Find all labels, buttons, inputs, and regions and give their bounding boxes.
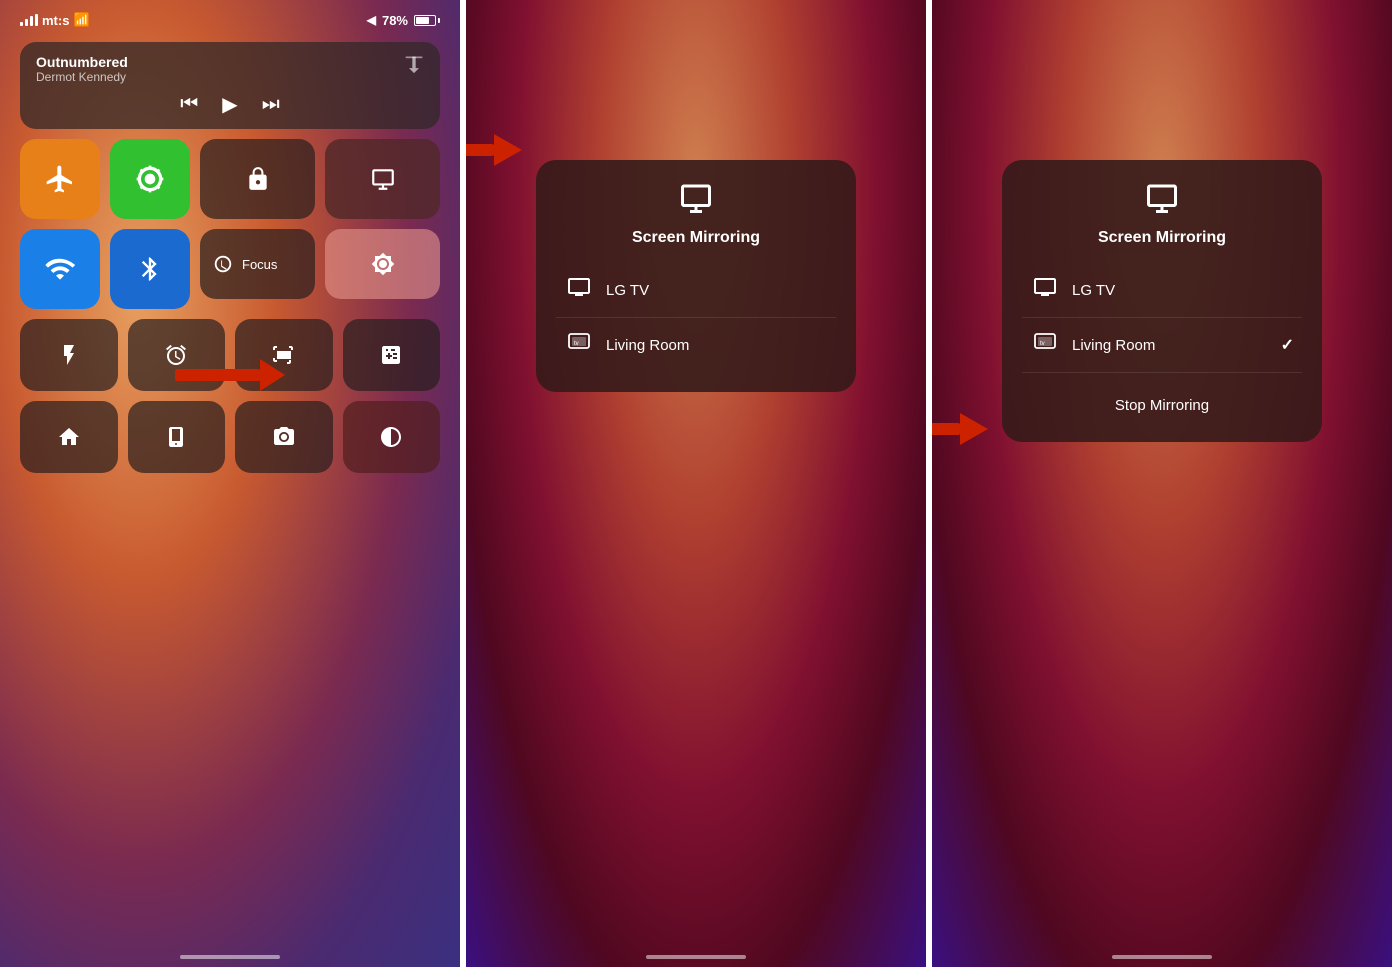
device-item-living-room-3[interactable]: tv Living Room ✓ xyxy=(1022,318,1302,373)
stop-mirroring-button[interactable]: Stop Mirroring xyxy=(1022,389,1302,422)
airplay-icon[interactable] xyxy=(404,54,424,79)
fast-forward-button[interactable]: ⏭ xyxy=(262,93,280,116)
device-list: LG TV tv Living Room xyxy=(556,263,836,372)
media-artist: Dermot Kennedy xyxy=(36,70,404,84)
orientation-lock-button[interactable] xyxy=(200,139,315,219)
arrow-to-stop xyxy=(932,411,992,452)
lg-tv-name-3: LG TV xyxy=(1072,282,1115,299)
wifi-toggle[interactable] xyxy=(20,229,100,309)
device-item-lg-tv[interactable]: LG TV xyxy=(556,263,836,318)
home-indicator-2 xyxy=(646,955,746,959)
living-room-name: Living Room xyxy=(606,337,689,354)
svg-text:tv: tv xyxy=(574,341,579,347)
mirror-popup-icon xyxy=(678,180,714,221)
lg-tv-name: LG TV xyxy=(606,282,649,299)
battery-icon xyxy=(414,15,440,26)
media-widget: Outnumbered Dermot Kennedy ⏮ ▶ ⏭ xyxy=(20,42,440,129)
home-indicator-3 xyxy=(1112,955,1212,959)
remote-button[interactable] xyxy=(128,401,226,473)
screen-mirror-button[interactable] xyxy=(325,139,440,219)
popup-title-3: Screen Mirroring xyxy=(1098,229,1226,247)
airplane-mode-toggle[interactable] xyxy=(20,139,100,219)
living-room-icon: tv xyxy=(564,330,594,360)
home-button[interactable] xyxy=(20,401,118,473)
rewind-button[interactable]: ⏮ xyxy=(180,93,198,116)
lg-tv-icon-3 xyxy=(1030,275,1060,305)
device-item-living-room[interactable]: tv Living Room xyxy=(556,318,836,372)
play-button[interactable]: ▶ xyxy=(222,92,237,117)
lg-tv-icon xyxy=(564,275,594,305)
home-indicator xyxy=(180,955,280,959)
wifi-icon: 📶 xyxy=(73,12,89,28)
bluetooth-toggle[interactable] xyxy=(110,229,190,309)
media-title: Outnumbered xyxy=(36,54,404,70)
contrast-button[interactable] xyxy=(343,401,441,473)
svg-text:tv: tv xyxy=(1040,341,1045,347)
location-icon: ◀ xyxy=(367,13,376,27)
carrier-label: mt:s xyxy=(42,13,69,28)
living-room-icon-3: tv xyxy=(1030,330,1060,360)
device-list-3: LG TV tv Living Room ✓ xyxy=(1022,263,1302,373)
panel-control-center: mt:s 📶 ◀ 78% Outnumbered xyxy=(0,0,460,967)
checkmark-icon: ✓ xyxy=(1281,335,1294,355)
focus-button[interactable]: Focus xyxy=(200,229,315,299)
brightness-button[interactable] xyxy=(325,229,440,299)
screen-mirroring-popup: Screen Mirroring LG TV tv Living Room xyxy=(526,80,866,392)
flashlight-button[interactable] xyxy=(20,319,118,391)
popup-title: Screen Mirroring xyxy=(632,229,760,247)
mirror-popup-icon-3 xyxy=(1144,180,1180,221)
living-room-name-3: Living Room xyxy=(1072,337,1155,354)
focus-label: Focus xyxy=(242,257,277,272)
camera-button[interactable] xyxy=(235,401,333,473)
arrow-to-title xyxy=(466,132,526,173)
signal-bars xyxy=(20,14,38,26)
battery-percent: 78% xyxy=(382,13,408,28)
cellular-toggle[interactable] xyxy=(110,139,190,219)
device-item-lg-tv-3[interactable]: LG TV xyxy=(1022,263,1302,318)
arrow-to-mirror xyxy=(175,355,295,400)
calculator-button[interactable] xyxy=(343,319,441,391)
panel-screen-mirroring: Screen Mirroring LG TV tv Living Room xyxy=(466,0,926,967)
screen-mirroring-popup-active: Screen Mirroring LG TV tv Living Room xyxy=(992,80,1332,442)
panel-stop-mirroring: Screen Mirroring LG TV tv Living Room xyxy=(932,0,1392,967)
status-bar: mt:s 📶 ◀ 78% xyxy=(0,0,460,32)
